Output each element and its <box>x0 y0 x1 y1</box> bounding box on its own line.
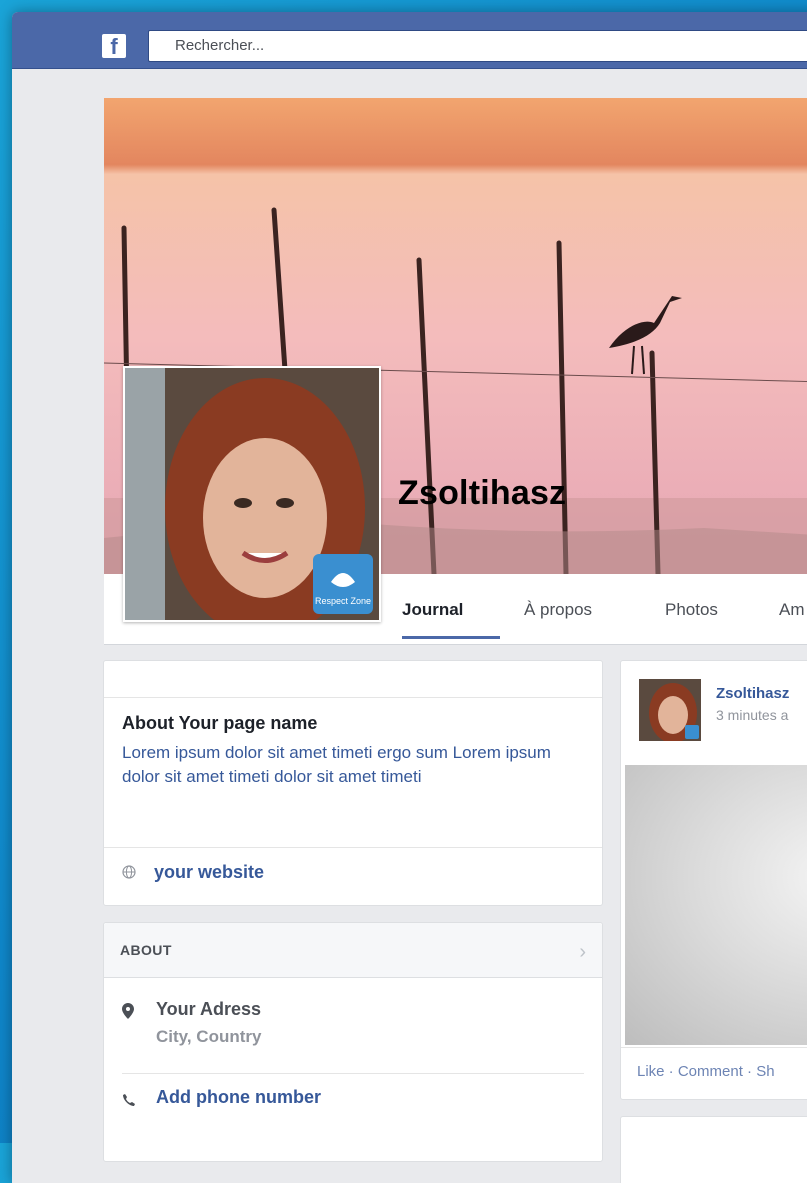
about-section-label: ABOUT <box>120 942 172 958</box>
tab-photos[interactable]: Photos <box>665 600 718 620</box>
divider <box>621 1047 807 1048</box>
post-card: Zsoltihasz 3 minutes a Like · Comment · … <box>620 660 807 1100</box>
divider <box>104 697 602 698</box>
facebook-logo-icon[interactable]: f <box>102 34 126 59</box>
tab-journal[interactable]: Journal <box>402 600 463 620</box>
active-tab-indicator <box>402 636 500 639</box>
about-section-card: ABOUT › Your Adress City, Country Add ph… <box>103 922 603 1162</box>
globe-icon <box>122 865 136 879</box>
address-text: Your Adress <box>156 999 262 1019</box>
tab-a-propos[interactable]: À propos <box>524 600 592 620</box>
tab-amis[interactable]: Am <box>779 600 805 620</box>
browser-window: f Rechercher... Journal À propos Photos … <box>12 12 807 1183</box>
profile-name[interactable]: Zsoltihasz <box>398 474 566 513</box>
phone-icon <box>123 1094 135 1106</box>
profile-picture[interactable]: Respect Zone <box>123 366 381 622</box>
about-page-title: About Your page name <box>122 713 318 733</box>
about-page-card: About Your page name Lorem ipsum dolor s… <box>103 660 603 906</box>
location-pin-icon <box>122 1003 134 1019</box>
top-navigation-bar: f Rechercher... <box>12 12 807 69</box>
about-page-description: Lorem ipsum dolor sit amet timeti ergo s… <box>122 743 551 786</box>
website-link[interactable]: your website <box>154 862 264 883</box>
about-section-header[interactable]: ABOUT › <box>104 923 602 978</box>
city-country-text: City, Country <box>156 1027 262 1046</box>
divider <box>122 1073 584 1074</box>
add-phone-link[interactable]: Add phone number <box>156 1087 321 1108</box>
post-author-name[interactable]: Zsoltihasz <box>716 685 789 702</box>
avatar <box>639 679 701 741</box>
post-author-avatar[interactable] <box>639 679 701 741</box>
next-post-card <box>620 1116 807 1183</box>
chevron-right-icon[interactable]: › <box>579 941 586 964</box>
post-image[interactable] <box>625 765 807 1045</box>
profile-photo-image: Respect Zone <box>125 368 379 620</box>
post-actions[interactable]: Like · Comment · Sh <box>637 1063 775 1080</box>
search-input[interactable]: Rechercher... <box>148 30 807 62</box>
like-comment-share-links[interactable]: Like · Comment · Sh <box>637 1063 775 1080</box>
post-timestamp[interactable]: 3 minutes a <box>716 707 788 723</box>
respect-zone-badge: Respect Zone <box>315 596 371 606</box>
divider <box>104 847 602 848</box>
